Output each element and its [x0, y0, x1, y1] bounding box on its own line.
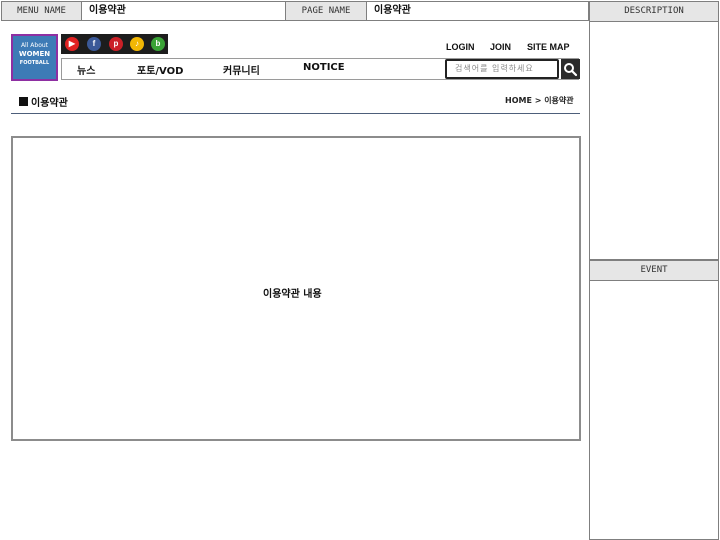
search-icon — [564, 63, 578, 77]
event-header: EVENT — [589, 260, 719, 281]
title-divider — [11, 113, 580, 114]
logo-line-1: All About — [20, 42, 49, 49]
breadcrumb[interactable]: HOME > 이용약관 — [505, 95, 574, 106]
login-link[interactable]: LOGIN — [446, 42, 475, 52]
logo-line-3: FOOTBALL — [19, 60, 50, 66]
search-input[interactable]: 검색어를 입력하세요 — [445, 59, 559, 79]
logo-line-2: WOMEN — [18, 50, 51, 58]
sitemap-link[interactable]: SITE MAP — [527, 42, 570, 52]
menu-name-value: 이용약관 — [81, 1, 286, 21]
description-panel — [589, 21, 719, 260]
page-name-value: 이용약관 — [366, 1, 589, 21]
page-name-label: PAGE NAME — [285, 1, 367, 21]
title-bullet — [19, 97, 28, 106]
nav-item-news[interactable]: 뉴스 — [77, 62, 95, 77]
event-panel — [589, 280, 719, 540]
kakaostory-icon[interactable]: ♪ — [130, 37, 144, 51]
site-logo[interactable]: All About WOMEN FOOTBALL — [11, 34, 58, 81]
nav-item-photo-vod[interactable]: 포토/VOD — [137, 62, 183, 77]
search-button[interactable] — [561, 59, 580, 79]
nav-item-notice[interactable]: NOTICE — [303, 62, 345, 73]
join-link[interactable]: JOIN — [490, 42, 511, 52]
content-area: 이용약관 내용 — [11, 136, 581, 441]
pinterest-icon[interactable]: p — [109, 37, 123, 51]
naver-blog-icon[interactable]: b — [151, 37, 165, 51]
nav-item-community[interactable]: 커뮤니티 — [223, 62, 260, 77]
social-links: ▶ f p ♪ b — [61, 34, 168, 54]
youtube-icon[interactable]: ▶ — [65, 37, 79, 51]
menu-name-label: MENU NAME — [1, 1, 82, 21]
facebook-icon[interactable]: f — [87, 37, 101, 51]
page-title: 이용약관 — [31, 98, 68, 109]
terms-content-placeholder: 이용약관 내용 — [263, 289, 322, 300]
description-header: DESCRIPTION — [589, 1, 719, 22]
